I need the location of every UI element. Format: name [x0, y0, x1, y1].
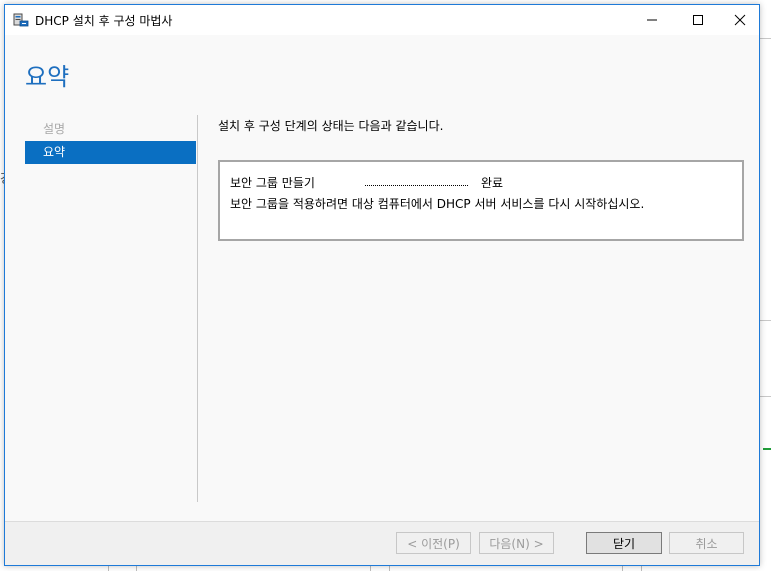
background-divider	[760, 396, 771, 397]
close-button[interactable]: 닫기	[586, 532, 662, 554]
previous-button[interactable]: < 이전(P)	[396, 532, 471, 554]
result-status: 완료	[481, 176, 504, 190]
wizard-nav: 설명 요약	[25, 118, 196, 164]
wizard-footer: < 이전(P) 다음(N) > 닫기 취소	[5, 521, 759, 565]
minimize-button[interactable]	[629, 5, 675, 35]
summary-intro-text: 설치 후 구성 단계의 상태는 다음과 같습니다.	[218, 119, 444, 133]
background-divider	[760, 38, 771, 39]
page-title: 요약	[25, 63, 70, 91]
background-accent	[763, 448, 771, 450]
next-button[interactable]: 다음(N) >	[479, 532, 554, 554]
server-wizard-icon	[13, 12, 29, 28]
close-icon	[734, 11, 746, 30]
wizard-window: DHCP 설치 후 구성 마법사 요약 설명 요약 설치 후 구성 단계의 상태…	[4, 4, 760, 566]
maximize-button[interactable]	[675, 5, 721, 35]
result-leader-dots	[365, 185, 468, 186]
cancel-button[interactable]: 취소	[669, 532, 744, 554]
maximize-icon	[692, 11, 704, 30]
minimize-icon	[646, 11, 658, 30]
title-bar[interactable]: DHCP 설치 후 구성 마법사	[5, 5, 759, 35]
result-row: 보안 그룹 만들기 완료	[230, 174, 730, 190]
nav-item-summary[interactable]: 요약	[25, 141, 196, 164]
window-title: DHCP 설치 후 구성 마법사	[35, 14, 173, 28]
result-message: 보안 그룹을 적용하려면 대상 컴퓨터에서 DHCP 서버 서비스를 다시 시작…	[230, 197, 645, 211]
close-window-button[interactable]	[717, 5, 763, 35]
nav-divider	[197, 115, 198, 502]
nav-item-description[interactable]: 설명	[25, 118, 196, 141]
background-divider	[760, 320, 771, 321]
results-panel: 보안 그룹 만들기 완료 보안 그룹을 적용하려면 대상 컴퓨터에서 DHCP …	[218, 160, 744, 241]
result-step-name: 보안 그룹 만들기	[230, 176, 315, 190]
